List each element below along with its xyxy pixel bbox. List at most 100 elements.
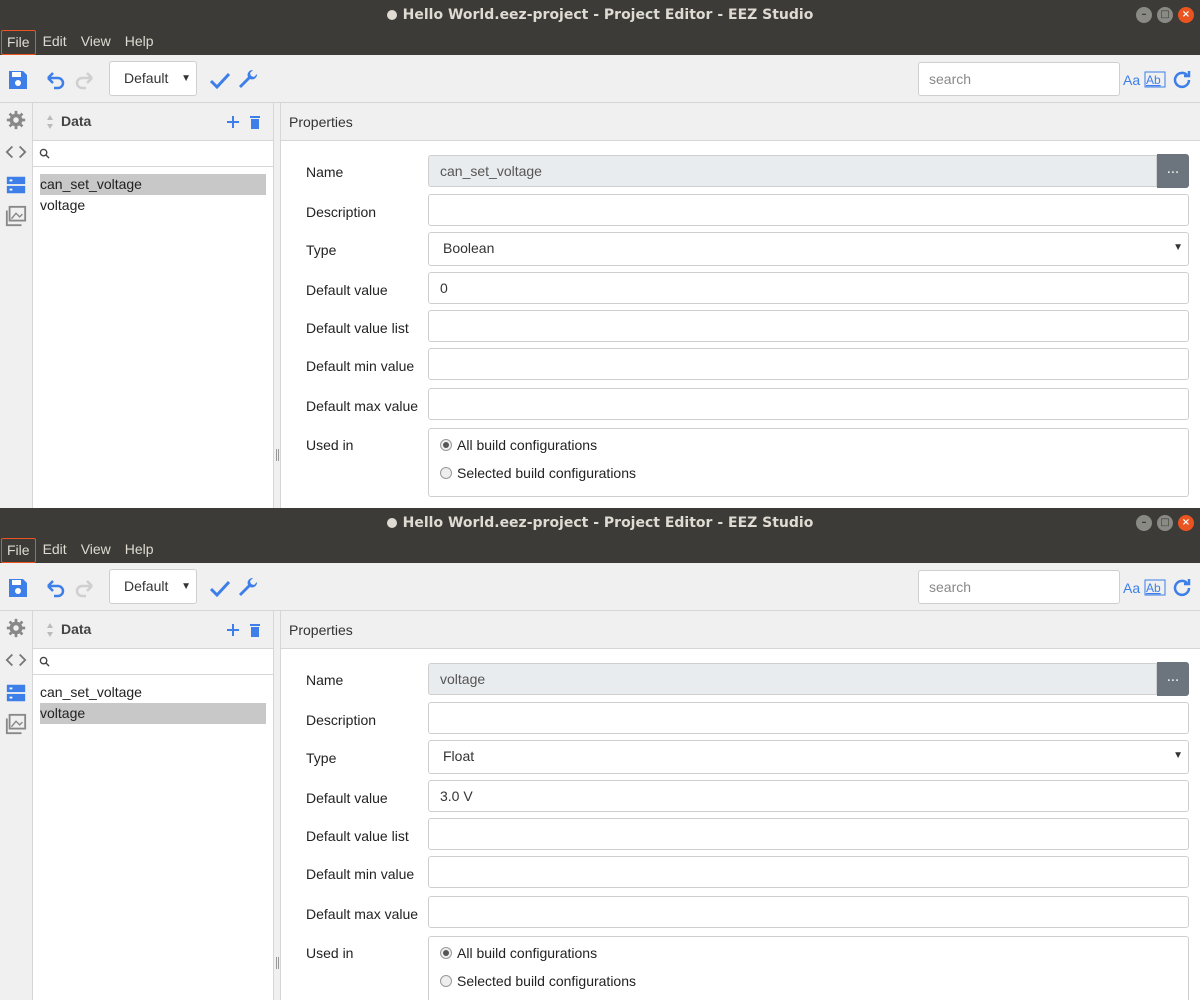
add-item-icon[interactable] <box>226 623 240 637</box>
settings-gear-icon[interactable] <box>5 109 27 131</box>
navigation-icon-bar <box>0 103 33 508</box>
redo-icon[interactable] <box>72 576 96 600</box>
default-value-label: Default value <box>306 282 388 298</box>
default-min-value-field[interactable] <box>428 348 1189 380</box>
sort-icon[interactable] <box>46 622 54 638</box>
svg-text:Aa: Aa <box>1123 580 1140 596</box>
redo-icon[interactable] <box>72 68 96 92</box>
list-item[interactable]: can_set_voltage <box>40 174 266 195</box>
radio-selected-build-configurations[interactable]: Selected build configurations <box>440 973 636 989</box>
description-label: Description <box>306 204 377 220</box>
description-field[interactable] <box>428 702 1189 734</box>
data-list-title: Data <box>61 621 92 637</box>
save-icon[interactable] <box>6 576 30 600</box>
default-max-value-field[interactable] <box>428 388 1189 420</box>
minimize-button[interactable]: – <box>1136 7 1152 23</box>
menu-file[interactable]: File <box>1 538 36 563</box>
type-label: Type <box>306 242 337 258</box>
title-bar: Hello World.eez-project - Project Editor… <box>0 508 1200 538</box>
panel-splitter[interactable] <box>274 611 281 1000</box>
list-item[interactable]: voltage <box>40 703 266 724</box>
check-icon[interactable] <box>208 68 232 92</box>
data-storage-icon[interactable] <box>5 174 27 196</box>
menu-help[interactable]: Help <box>118 30 161 55</box>
type-select[interactable]: Float ▼ <box>428 740 1189 774</box>
save-icon[interactable] <box>6 68 30 92</box>
name-field[interactable]: voltage <box>428 663 1157 695</box>
default-max-value-field[interactable] <box>428 896 1189 928</box>
data-list-header: Data <box>33 103 273 141</box>
panel-splitter[interactable] <box>274 103 281 508</box>
undo-icon[interactable] <box>44 68 68 92</box>
name-field[interactable]: can_set_voltage <box>428 155 1157 187</box>
sort-icon[interactable] <box>46 114 54 130</box>
search-icon <box>39 148 50 159</box>
match-case-icon[interactable]: Aa <box>1122 68 1146 92</box>
configuration-select[interactable]: Default ▼ <box>109 569 197 604</box>
minimize-button[interactable]: – <box>1136 515 1152 531</box>
build-wrench-icon[interactable] <box>236 576 260 600</box>
images-icon[interactable] <box>5 205 27 227</box>
images-icon[interactable] <box>5 713 27 735</box>
search-input[interactable]: search <box>918 570 1120 604</box>
delete-item-icon[interactable] <box>249 623 261 637</box>
build-wrench-icon[interactable] <box>236 68 260 92</box>
toolbar: Default ▼ search Aa Ab <box>0 563 1200 611</box>
refresh-icon[interactable] <box>1170 68 1194 92</box>
radio-selected-build-configurations[interactable]: Selected build configurations <box>440 465 636 481</box>
menu-edit[interactable]: Edit <box>36 538 74 563</box>
default-value-field[interactable]: 3.0 V <box>428 780 1189 812</box>
svg-text:Ab: Ab <box>1146 73 1161 87</box>
radio-all-build-configurations[interactable]: All build configurations <box>440 437 597 453</box>
delete-item-icon[interactable] <box>249 115 261 129</box>
description-field[interactable] <box>428 194 1189 226</box>
default-value-field[interactable]: 0 <box>428 272 1189 304</box>
close-button[interactable]: × <box>1178 515 1194 531</box>
default-value-list-field[interactable] <box>428 818 1189 850</box>
default-max-value-label: Default max value <box>306 398 419 414</box>
search-icon <box>39 656 50 667</box>
data-list-panel: Data can_set_voltage voltage <box>33 103 274 508</box>
toolbar: Default ▼ search Aa Ab <box>0 55 1200 103</box>
add-item-icon[interactable] <box>226 115 240 129</box>
list-item[interactable]: voltage <box>40 195 266 216</box>
maximize-button[interactable]: □ <box>1157 7 1173 23</box>
search-input[interactable]: search <box>918 62 1120 96</box>
check-icon[interactable] <box>208 576 232 600</box>
settings-gear-icon[interactable] <box>5 617 27 639</box>
navigation-icon-bar <box>0 611 33 1000</box>
configuration-select[interactable]: Default ▼ <box>109 61 197 96</box>
menu-view[interactable]: View <box>74 30 118 55</box>
data-list: can_set_voltage voltage <box>33 675 273 724</box>
list-filter-input[interactable] <box>33 649 273 675</box>
close-button[interactable]: × <box>1178 7 1194 23</box>
list-filter-input[interactable] <box>33 141 273 167</box>
type-select[interactable]: Boolean ▼ <box>428 232 1189 266</box>
window-title: Hello World.eez-project - Project Editor… <box>402 7 814 23</box>
maximize-button[interactable]: □ <box>1157 515 1173 531</box>
properties-title: Properties <box>281 103 1200 141</box>
refresh-icon[interactable] <box>1170 576 1194 600</box>
properties-panel: Properties Name can_set_voltage ... Desc… <box>281 103 1200 508</box>
radio-all-build-configurations[interactable]: All build configurations <box>440 945 597 961</box>
match-case-icon[interactable]: Aa <box>1122 576 1146 600</box>
whole-word-icon[interactable]: Ab <box>1144 576 1168 600</box>
menu-help[interactable]: Help <box>118 538 161 563</box>
code-brackets-icon[interactable] <box>5 141 27 163</box>
code-brackets-icon[interactable] <box>5 649 27 671</box>
default-value-list-field[interactable] <box>428 310 1189 342</box>
menu-view[interactable]: View <box>74 538 118 563</box>
menu-edit[interactable]: Edit <box>36 30 74 55</box>
default-min-value-label: Default min value <box>306 358 415 374</box>
data-storage-icon[interactable] <box>5 682 27 704</box>
whole-word-icon[interactable]: Ab <box>1144 68 1168 92</box>
used-in-group: All build configurations Selected build … <box>428 936 1189 1000</box>
default-min-value-field[interactable] <box>428 856 1189 888</box>
undo-icon[interactable] <box>44 576 68 600</box>
menu-file[interactable]: File <box>1 30 36 55</box>
data-list-panel: Data can_set_voltage voltage <box>33 611 274 1000</box>
name-edit-button[interactable]: ... <box>1157 662 1189 696</box>
properties-title: Properties <box>281 611 1200 649</box>
name-edit-button[interactable]: ... <box>1157 154 1189 188</box>
list-item[interactable]: can_set_voltage <box>40 682 266 703</box>
